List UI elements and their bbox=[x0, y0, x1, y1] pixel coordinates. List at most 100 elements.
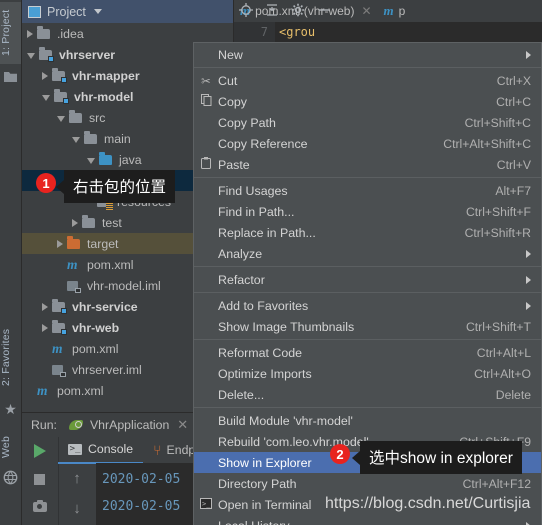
gear-icon[interactable] bbox=[285, 3, 311, 20]
stripe-button-project[interactable]: 1: Project bbox=[0, 2, 21, 64]
expand-arrow-icon[interactable] bbox=[42, 302, 48, 311]
menu-item-reformat-code[interactable]: Reformat Code Ctrl+Alt+L bbox=[194, 342, 541, 363]
menu-item-shortcut: Ctrl+Alt+F12 bbox=[462, 476, 531, 491]
menu-item-label: Delete... bbox=[218, 387, 265, 402]
ide-window: 1: Project 2: Favorites ★ Web m pom.xml … bbox=[0, 0, 542, 525]
menu-item-delete[interactable]: Delete... Delete bbox=[194, 384, 541, 405]
run-tab-console[interactable]: >_ Console bbox=[58, 436, 144, 464]
iml-file-icon bbox=[51, 363, 67, 377]
stripe-button-web[interactable]: Web bbox=[0, 430, 21, 464]
menu-item-label: Add to Favorites bbox=[218, 298, 309, 313]
editor-tab-next[interactable]: m p bbox=[377, 0, 411, 22]
folder-icon bbox=[81, 215, 97, 230]
expand-arrow-icon[interactable] bbox=[42, 323, 48, 332]
expand-arrow-icon[interactable] bbox=[87, 157, 95, 164]
annotation-callout-2: 选中show in explorer bbox=[360, 441, 522, 474]
camera-icon[interactable] bbox=[21, 493, 58, 521]
run-tab-label-2: Endp bbox=[166, 443, 196, 457]
module-folder-icon bbox=[51, 299, 67, 314]
run-left-toolbar: ✕ bbox=[21, 437, 59, 525]
down-arrow-icon[interactable]: ↓ bbox=[58, 493, 96, 523]
project-icon bbox=[28, 5, 41, 18]
run-icon[interactable] bbox=[21, 437, 58, 465]
expand-arrow-icon[interactable] bbox=[27, 52, 35, 59]
module-folder-icon bbox=[51, 68, 67, 83]
menu-item-copy-reference[interactable]: Copy Reference Ctrl+Alt+Shift+C bbox=[194, 133, 541, 154]
chevron-down-icon[interactable] bbox=[93, 9, 102, 14]
tree-row-label: vhr-web bbox=[72, 320, 120, 335]
menu-item-label: Local History bbox=[218, 519, 516, 525]
locate-icon[interactable] bbox=[233, 3, 259, 20]
expand-arrow-icon[interactable] bbox=[57, 239, 63, 248]
submenu-arrow-icon bbox=[526, 249, 531, 258]
clipboard-icon bbox=[194, 157, 218, 172]
stripe-button-favorites[interactable]: 2: Favorites bbox=[0, 318, 21, 396]
star-icon: ★ bbox=[4, 401, 17, 417]
menu-item-shortcut: Ctrl+V bbox=[496, 157, 531, 172]
maven-icon: m bbox=[67, 256, 78, 272]
tree-row-label: vhrserver.iml bbox=[72, 362, 142, 377]
menu-item-replace-in-path[interactable]: Replace in Path... Ctrl+Shift+R bbox=[194, 222, 541, 243]
stop-icon[interactable] bbox=[21, 465, 58, 493]
menu-item-copy-path[interactable]: Copy Path Ctrl+Shift+C bbox=[194, 112, 541, 133]
menu-item-directory-path[interactable]: Directory Path Ctrl+Alt+F12 bbox=[194, 473, 541, 494]
svg-text:>_: >_ bbox=[202, 500, 211, 508]
expand-arrow-icon[interactable] bbox=[57, 115, 65, 122]
expand-arrow-icon[interactable] bbox=[42, 71, 48, 80]
more-icon[interactable]: ✕ bbox=[21, 521, 58, 525]
close-icon[interactable]: ✕ bbox=[177, 417, 188, 433]
menu-item-local-history[interactable]: Local History bbox=[194, 515, 541, 525]
menu-item-optimize-imports[interactable]: Optimize Imports Ctrl+Alt+O bbox=[194, 363, 541, 384]
menu-item-paste[interactable]: Paste Ctrl+V bbox=[194, 154, 541, 175]
tree-row-label: pom.xml bbox=[87, 257, 134, 272]
editor-tab-label-2: p bbox=[398, 4, 406, 18]
menu-item-label: Show Image Thumbnails bbox=[218, 319, 355, 334]
collapse-all-icon[interactable] bbox=[259, 3, 285, 20]
menu-item-label: Replace in Path... bbox=[218, 225, 316, 240]
menu-item-refactor[interactable]: Refactor bbox=[194, 269, 541, 290]
tree-row-label: vhr-model.iml bbox=[87, 278, 161, 293]
menu-item-copy[interactable]: Copy Ctrl+C bbox=[194, 91, 541, 112]
menu-item-label: Cut bbox=[218, 73, 238, 88]
menu-item-shortcut: Ctrl+X bbox=[496, 73, 531, 88]
expand-arrow-icon[interactable] bbox=[72, 218, 78, 227]
menu-item-build-module-vhr-model[interactable]: Build Module 'vhr-model' bbox=[194, 410, 541, 431]
submenu-arrow-icon bbox=[526, 521, 531, 525]
menu-item-new[interactable]: New bbox=[194, 44, 541, 65]
run-label: Run: bbox=[31, 418, 57, 432]
maven-icon: m bbox=[52, 340, 63, 356]
menu-item-label: Build Module 'vhr-model' bbox=[218, 413, 353, 428]
menu-item-label: New bbox=[218, 47, 243, 62]
module-folder-icon bbox=[53, 89, 69, 104]
tree-row-label: vhr-model bbox=[74, 89, 134, 104]
menu-item-show-image-thumbnails[interactable]: Show Image Thumbnails Ctrl+Shift+T bbox=[194, 316, 541, 337]
copy-icon bbox=[194, 94, 218, 109]
expand-arrow-icon[interactable] bbox=[42, 94, 50, 101]
menu-item-analyze[interactable]: Analyze bbox=[194, 243, 541, 264]
expand-arrow-icon[interactable] bbox=[72, 136, 80, 143]
menu-item-cut[interactable]: ✂ Cut Ctrl+X bbox=[194, 70, 541, 91]
maven-icon: m bbox=[383, 3, 394, 18]
close-icon[interactable]: ✕ bbox=[361, 4, 371, 18]
menu-item-label: Find Usages bbox=[218, 183, 288, 198]
project-panel-header[interactable]: Project bbox=[21, 0, 233, 23]
expand-arrow-icon[interactable] bbox=[27, 29, 33, 38]
tree-row-label: vhrserver bbox=[59, 47, 116, 62]
terminal-icon: >_ bbox=[194, 497, 218, 512]
menu-item-label: Directory Path bbox=[218, 476, 297, 491]
run-nav-toolbar: ↑ ↓ bbox=[58, 463, 96, 525]
tree-row-label: .idea bbox=[57, 26, 84, 41]
hide-icon[interactable] bbox=[311, 3, 337, 20]
menu-separator bbox=[194, 407, 541, 408]
tree-row[interactable]: .idea bbox=[21, 23, 233, 44]
up-arrow-icon[interactable]: ↑ bbox=[58, 463, 96, 493]
left-tool-stripe: 1: Project 2: Favorites ★ Web bbox=[0, 0, 22, 525]
run-config-name[interactable]: VhrApplication bbox=[90, 418, 169, 432]
menu-item-add-to-favorites[interactable]: Add to Favorites bbox=[194, 295, 541, 316]
menu-item-find-usages[interactable]: Find Usages Alt+F7 bbox=[194, 180, 541, 201]
module-folder-icon bbox=[51, 320, 67, 335]
menu-item-find-in-path[interactable]: Find in Path... Ctrl+Shift+F bbox=[194, 201, 541, 222]
menu-item-shortcut: Ctrl+Alt+O bbox=[474, 366, 531, 381]
menu-item-shortcut: Alt+F7 bbox=[495, 183, 531, 198]
